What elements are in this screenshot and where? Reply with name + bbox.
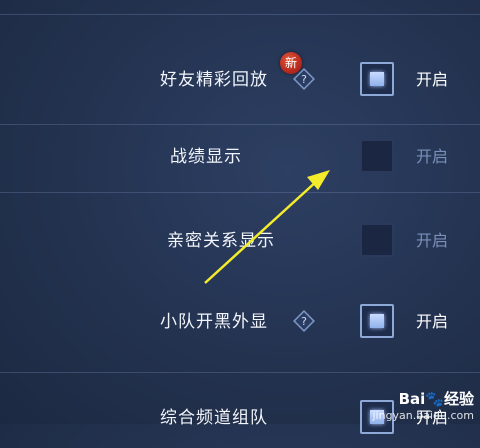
paw-icon: 🐾 (425, 390, 444, 408)
watermark-logo: Bai🐾经验 (372, 388, 474, 409)
watermark-brand: Bai (398, 390, 426, 408)
annotation-arrow (204, 170, 330, 284)
settings-panel: 好友精彩回放 ? 新 开启 战绩显示 开启 亲密关系显示 开启 小队开黑外显 ?… (0, 0, 480, 434)
baidu-watermark: Bai🐾经验 jingyan.baidu.com (372, 388, 474, 422)
watermark-url: jingyan.baidu.com (372, 409, 474, 422)
watermark-brand2: 经验 (443, 390, 474, 408)
